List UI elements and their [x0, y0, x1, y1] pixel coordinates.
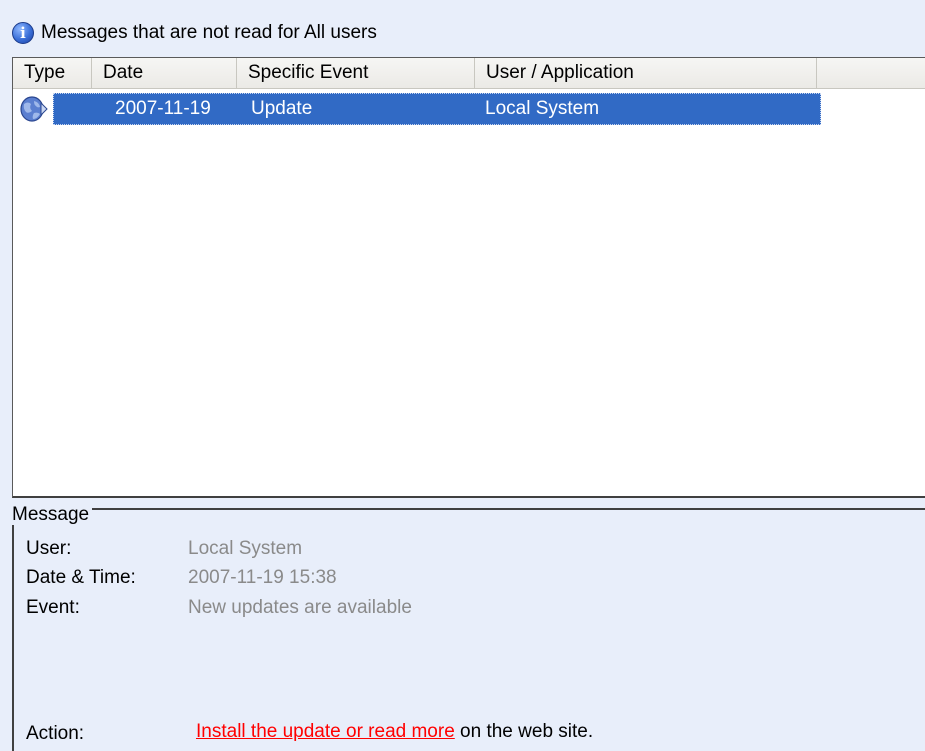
panel-title: Messages that are not read for All users [41, 22, 377, 43]
datetime-label: Date & Time: [26, 567, 136, 588]
datetime-value: 2007-11-19 15:38 [188, 567, 337, 588]
row-event: Update [251, 98, 313, 119]
list-header: Type Date Specific Event User / Applicat… [13, 58, 925, 89]
list-body: 2007-11-19 Update Local System [13, 89, 925, 496]
update-globe-icon [20, 96, 48, 122]
column-header-specific-event[interactable]: Specific Event [237, 58, 475, 88]
row-date: 2007-11-19 [115, 98, 211, 119]
info-icon: i [12, 22, 34, 44]
action-line: Install the update or read more on the w… [196, 721, 593, 743]
message-legend: Message [10, 505, 93, 525]
user-value: Local System [188, 538, 303, 559]
messages-list[interactable]: Type Date Specific Event User / Applicat… [12, 57, 925, 498]
table-row[interactable]: 2007-11-19 Update Local System [15, 93, 821, 125]
event-value: New updates are available [188, 597, 412, 618]
unread-messages-panel: i Messages that are not read for All use… [0, 0, 925, 751]
row-user: Local System [485, 98, 600, 119]
column-header-type[interactable]: Type [13, 58, 92, 88]
column-header-user-application[interactable]: User / Application [475, 58, 817, 88]
column-header-date[interactable]: Date [92, 58, 237, 88]
event-label: Event: [26, 597, 80, 618]
column-header-filler [817, 58, 925, 88]
user-label: User: [26, 538, 72, 559]
panel-header: i Messages that are not read for All use… [12, 20, 377, 46]
action-label: Action: [26, 723, 85, 744]
install-update-link[interactable]: Install the update or read more [196, 721, 455, 742]
action-suffix-text: on the web site. [460, 721, 594, 742]
message-groupbox [12, 508, 925, 751]
